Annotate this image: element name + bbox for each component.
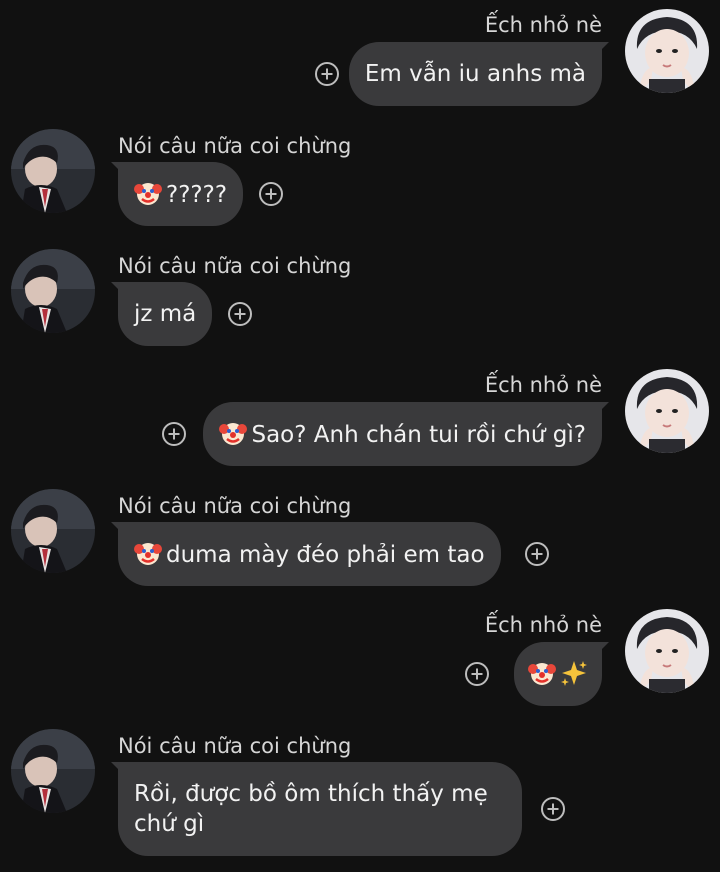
message-bubble[interactable]: Sao? Anh chán tui rồi chứ gì? [203, 402, 609, 466]
message-bubble[interactable]: Em vẫn iu anhs mà [348, 42, 609, 106]
add-reaction-icon[interactable] [259, 182, 283, 206]
add-reaction-icon[interactable] [541, 797, 565, 821]
clown-face-emoji [134, 539, 162, 567]
avatar[interactable] [625, 369, 709, 453]
add-reaction-icon[interactable] [465, 662, 489, 686]
sender-name: Ếch nhỏ nè [484, 373, 602, 397]
avatar[interactable] [11, 729, 95, 813]
add-reaction-icon[interactable] [228, 302, 252, 326]
message-bubble[interactable]: ????? [111, 162, 244, 226]
message-bubble[interactable]: duma mày đéo phải em tao [111, 522, 501, 586]
sender-name: Ếch nhỏ nè [484, 613, 602, 637]
message-bubble[interactable]: jz má [111, 282, 213, 346]
message-text: duma mày đéo phải em tao [166, 542, 485, 568]
sender-name: Nói câu nữa coi chừng [118, 734, 352, 758]
sparkles-emoji [560, 659, 588, 687]
add-reaction-icon[interactable] [525, 542, 549, 566]
sender-name: Nói câu nữa coi chừng [118, 254, 352, 278]
sender-name: Nói câu nữa coi chừng [118, 494, 352, 518]
add-reaction-icon[interactable] [162, 422, 186, 446]
message-text: Sao? Anh chán tui rồi chứ gì? [251, 422, 586, 448]
clown-face-emoji [134, 179, 162, 207]
clown-face-emoji [528, 659, 556, 687]
avatar[interactable] [625, 609, 709, 693]
message-text: jz má [134, 301, 197, 327]
message-text: Em vẫn iu anhs mà [364, 61, 586, 87]
avatar[interactable] [11, 249, 95, 333]
sender-name: Ếch nhỏ nè [484, 13, 602, 37]
message-bubble[interactable] [514, 642, 609, 706]
avatar[interactable] [625, 9, 709, 93]
sender-name: Nói câu nữa coi chừng [118, 134, 352, 158]
avatar[interactable] [11, 489, 95, 573]
message-text: Rồi, được bồ ôm thích thấy mẹ chứ gì [134, 781, 488, 837]
message-text: ????? [166, 182, 228, 208]
add-reaction-icon[interactable] [315, 62, 339, 86]
message-bubble[interactable]: Rồi, được bồ ôm thích thấy mẹ chứ gì [111, 762, 522, 856]
clown-face-emoji [219, 419, 247, 447]
avatar[interactable] [11, 129, 95, 213]
